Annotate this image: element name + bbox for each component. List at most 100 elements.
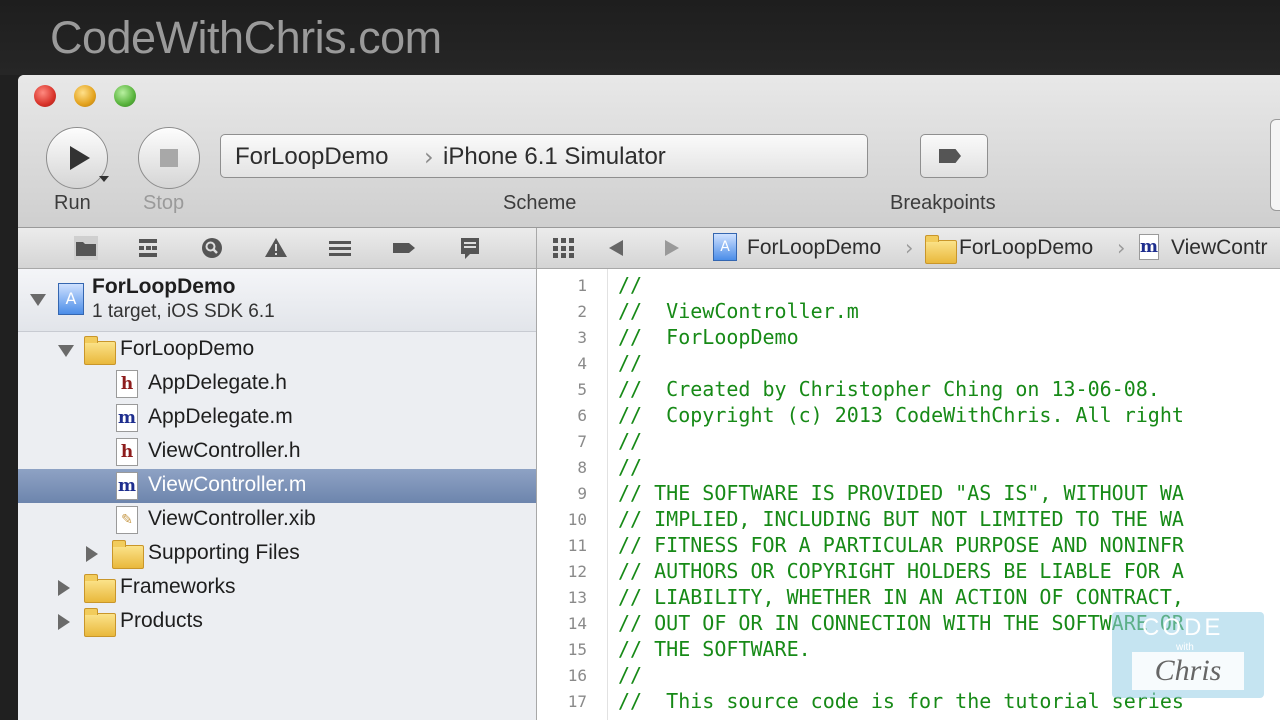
code-line: // AUTHORS OR COPYRIGHT HOLDERS BE LIABL… [618,559,1184,583]
m-file-icon: m [1139,234,1159,260]
disclosure-triangle-icon[interactable] [30,294,46,306]
forward-arrow-icon[interactable] [665,240,679,256]
code-line: // [618,429,643,453]
dropdown-arrow-icon [99,176,109,182]
line-number: 14 [567,614,587,633]
scheme-device: iPhone 6.1 Simulator [443,143,666,170]
related-files-icon[interactable] [553,238,575,258]
codewithchris-watermark: CODE with Chris [1112,612,1264,698]
line-number: 17 [567,692,587,711]
navigator-selector-bar [18,228,537,269]
jump-bar-item-group[interactable]: ForLoopDemo [959,236,1093,260]
list-item-forloopdemo-group[interactable]: ForLoopDemo [18,333,536,367]
list-item-supporting-files[interactable]: Supporting Files [18,537,536,571]
m-file-icon: m [116,404,138,432]
list-item-label: ForLoopDemo [120,337,255,360]
list-item-products[interactable]: Products [18,605,536,639]
disclosure-triangle-icon[interactable] [58,614,70,630]
code-line: // LIABILITY, WHETHER IN AN ACTION OF CO… [618,585,1184,609]
m-file-icon: m [116,472,138,500]
search-navigator-icon[interactable] [200,236,224,260]
list-item-viewcontroller-m[interactable]: m ViewController.m [18,469,536,503]
folder-icon [925,235,957,264]
code-line: // [618,351,643,375]
chevron-right-icon: › [1117,236,1126,260]
issue-navigator-icon[interactable] [264,236,288,260]
close-window-button[interactable] [34,85,56,107]
list-item-viewcontroller-xib[interactable]: ✎ ViewController.xib [18,503,536,537]
xcode-window: Run Stop ForLoopDemo › iPhone 6.1 Simula… [18,75,1280,720]
line-number: 7 [577,432,587,451]
breakpoints-button[interactable] [920,134,988,178]
stop-button[interactable] [138,127,200,189]
line-number: 11 [567,536,587,555]
line-number: 12 [567,562,587,581]
chevron-right-icon: › [905,236,914,260]
code-line: // [618,273,643,297]
list-item-label: Products [120,609,203,632]
project-row[interactable]: A ForLoopDemo 1 target, iOS SDK 6.1 [18,269,536,332]
header-file-icon: h [116,438,138,466]
symbol-navigator-icon[interactable] [136,236,160,260]
breakpoint-navigator-icon[interactable] [392,236,416,260]
folder-icon [84,336,116,365]
list-item-viewcontroller-h[interactable]: h ViewController.h [18,435,536,469]
stop-label: Stop [143,192,185,214]
project-icon: A [58,283,84,315]
log-navigator-icon[interactable] [458,236,482,260]
code-line: // [618,455,643,479]
code-line: // ForLoopDemo [618,325,799,349]
project-navigator: A ForLoopDemo 1 target, iOS SDK 6.1 ForL… [18,269,537,720]
scheme-selector[interactable]: ForLoopDemo › iPhone 6.1 Simulator [220,134,868,178]
back-arrow-icon[interactable] [609,240,623,256]
folder-icon [84,608,116,637]
line-number: 10 [567,510,587,529]
list-item-label: AppDelegate.m [148,405,293,428]
code-line: // This source code is for the tutorial … [618,689,1184,713]
editor-mode-control[interactable] [1270,119,1280,211]
breakpoints-label: Breakpoints [890,192,996,214]
minimize-window-button[interactable] [74,85,96,107]
code-line: // Created by Christopher Ching on 13-06… [618,377,1160,401]
list-item-label: ViewController.m [148,473,307,496]
code-line: // THE SOFTWARE IS PROVIDED "AS IS", WIT… [618,481,1184,505]
list-item-frameworks[interactable]: Frameworks [18,571,536,605]
list-item-appdelegate-h[interactable]: h AppDelegate.h [18,367,536,401]
list-item-label: ViewController.xib [148,507,316,530]
list-item-appdelegate-m[interactable]: m AppDelegate.m [18,401,536,435]
wallpaper-banner: CodeWithChris.com [0,0,1280,75]
line-number: 4 [577,354,587,373]
disclosure-triangle-icon[interactable] [58,580,70,596]
line-number: 13 [567,588,587,607]
list-item-label: Frameworks [120,575,236,598]
code-line: // ViewController.m [618,299,859,323]
play-icon [70,146,90,170]
project-navigator-icon[interactable] [74,236,98,260]
disclosure-triangle-icon[interactable] [58,345,74,357]
scheme-label: Scheme [503,192,577,214]
project-icon: A [713,233,737,261]
jump-bar-item-project[interactable]: ForLoopDemo [747,236,881,260]
code-line: // IMPLIED, INCLUDING BUT NOT LIMITED TO… [618,507,1184,531]
line-number: 5 [577,380,587,399]
header-file-icon: h [116,370,138,398]
line-number: 3 [577,328,587,347]
folder-icon [112,540,144,569]
line-number: 1 [577,276,587,295]
debug-navigator-icon[interactable] [328,236,352,260]
list-item-label: ViewController.h [148,439,301,462]
list-item-label: AppDelegate.h [148,371,287,394]
code-line: // Copyright (c) 2013 CodeWithChris. All… [618,403,1184,427]
line-number: 2 [577,302,587,321]
line-number-gutter: 1 2 3 4 5 6 7 8 9 10 11 12 13 14 15 16 17 [537,269,608,720]
code-line: // FITNESS FOR A PARTICULAR PURPOSE AND … [618,533,1184,557]
disclosure-triangle-icon[interactable] [86,546,98,562]
breakpoint-icon [939,149,961,163]
jump-bar-item-file[interactable]: ViewContr [1171,236,1268,260]
zoom-window-button[interactable] [114,85,136,107]
stop-icon [160,149,178,167]
list-item-label: Supporting Files [148,541,300,564]
run-button[interactable] [46,127,109,189]
jump-bar: A ForLoopDemo › ForLoopDemo › m ViewCont… [537,228,1280,269]
line-number: 6 [577,406,587,425]
